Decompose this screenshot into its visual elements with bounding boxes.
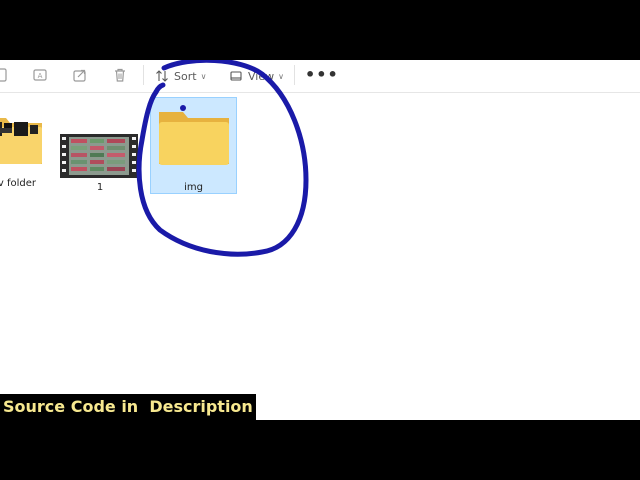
file-explorer-window: A Sort ∨ View ∨ ••• v folder 1 img: [0, 60, 640, 420]
chevron-down-icon: ∨: [278, 71, 284, 81]
caption-banner: Source Code in Description: [0, 394, 256, 420]
view-label: View: [248, 69, 275, 83]
folder-icon: [0, 118, 42, 164]
video-frame: A Sort ∨ View ∨ ••• v folder 1 img Sourc…: [0, 0, 640, 480]
folder-item-img[interactable]: img: [150, 97, 237, 194]
toolbar-separator: [143, 65, 144, 85]
sort-button[interactable]: Sort ∨: [155, 66, 206, 86]
item-label: img: [184, 182, 203, 193]
more-options-button[interactable]: •••: [305, 65, 339, 84]
delete-icon[interactable]: [112, 67, 128, 83]
folder-item-new-folder[interactable]: v folder: [0, 98, 46, 194]
rename-icon[interactable]: A: [32, 67, 48, 83]
folder-icon: [159, 112, 229, 165]
sort-label: Sort: [174, 69, 197, 83]
item-label: 1: [96, 182, 104, 193]
sort-icon: [156, 70, 168, 82]
copy-icon[interactable]: [0, 67, 10, 83]
video-thumbnail-icon: [60, 134, 138, 178]
svg-text:A: A: [38, 72, 43, 80]
view-button[interactable]: View ∨: [229, 66, 284, 86]
command-bar: A Sort ∨ View ∨ •••: [0, 60, 640, 93]
item-label: v folder: [0, 178, 36, 189]
share-icon[interactable]: [72, 67, 88, 83]
file-item-1-video[interactable]: 1: [60, 98, 140, 194]
view-icon: [230, 71, 242, 81]
chevron-down-icon: ∨: [200, 71, 207, 81]
toolbar-separator: [294, 65, 295, 85]
